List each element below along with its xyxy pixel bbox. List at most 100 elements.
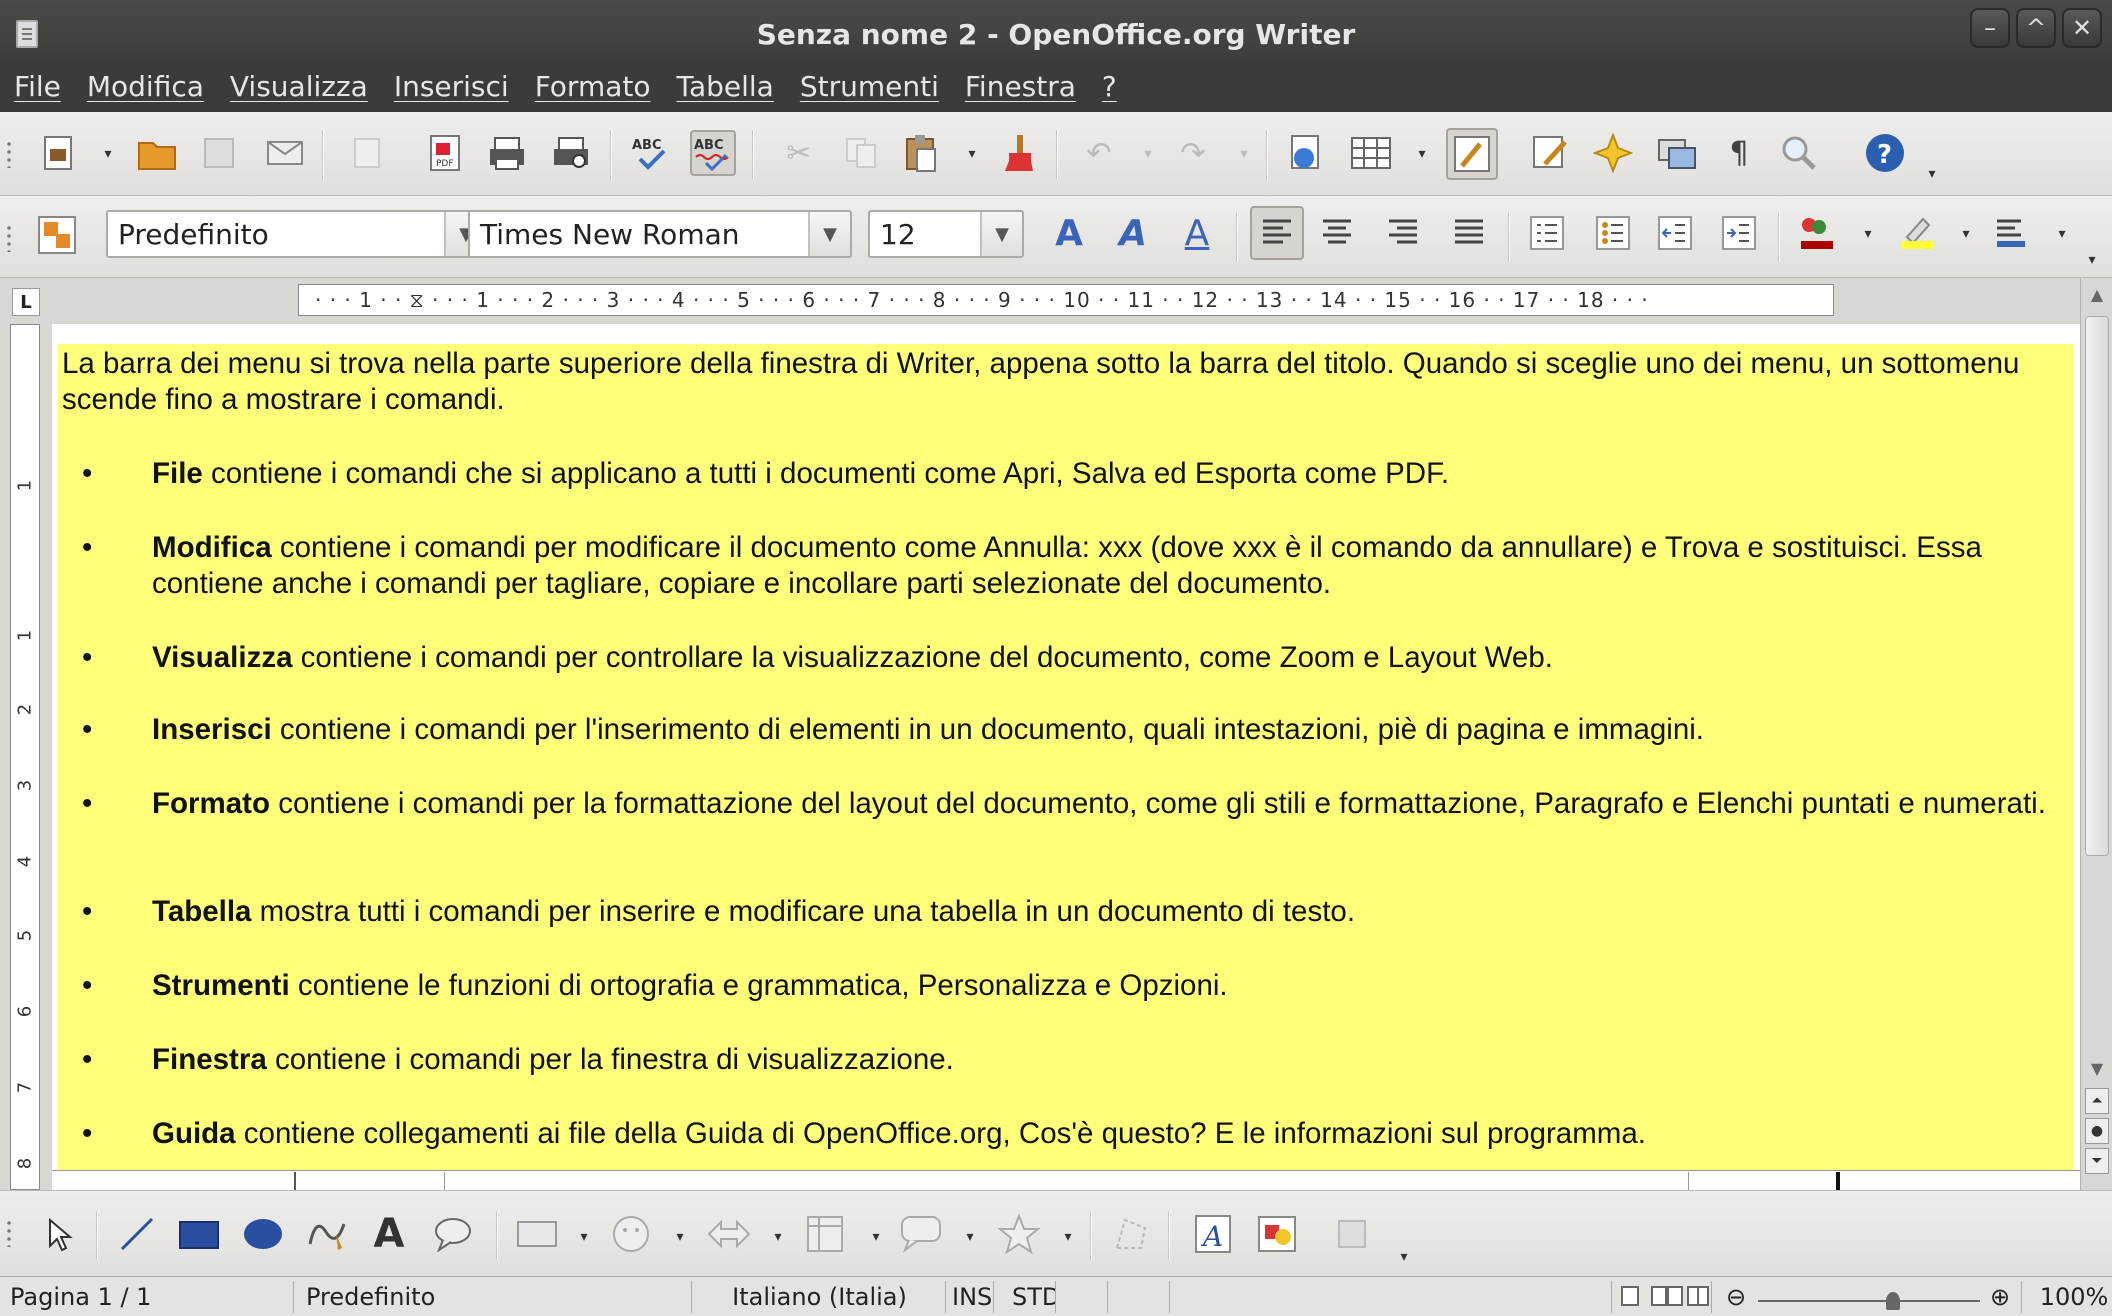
- zoom-out-icon[interactable]: ⊖: [1726, 1281, 1746, 1313]
- points-icon[interactable]: [1108, 1211, 1154, 1257]
- justify-icon[interactable]: [1446, 210, 1492, 256]
- page-style-indicator[interactable]: Predefinito: [296, 1281, 692, 1313]
- highlighting-icon[interactable]: [1894, 210, 1940, 256]
- new-dropdown-icon[interactable]: ▾: [100, 144, 116, 164]
- menu-finestra[interactable]: Finestra: [965, 70, 1076, 103]
- scroll-down-icon[interactable]: ▼: [2084, 1054, 2110, 1082]
- bullets-icon[interactable]: [1590, 210, 1636, 256]
- align-left-icon[interactable]: [1250, 206, 1304, 260]
- cut-icon[interactable]: ✂: [776, 130, 822, 176]
- menu-formato[interactable]: Formato: [535, 70, 651, 103]
- hyperlink-icon[interactable]: [1284, 130, 1330, 176]
- callout-shapes-dropdown-icon[interactable]: ▾: [962, 1227, 978, 1247]
- line-icon[interactable]: [114, 1211, 160, 1257]
- decrease-indent-icon[interactable]: [1652, 210, 1698, 256]
- block-arrows-dropdown-icon[interactable]: ▾: [770, 1227, 786, 1247]
- vertical-scrollbar[interactable]: ▲ ▼ ⏶ ● ⏷: [2080, 278, 2112, 1190]
- spellcheck-icon[interactable]: ABC: [628, 130, 674, 176]
- fontwork-icon[interactable]: A: [1190, 1211, 1236, 1257]
- tab-stop-selector[interactable]: L: [12, 288, 40, 316]
- scrollbar-thumb[interactable]: [2085, 316, 2109, 856]
- font-size-select[interactable]: 12 ▼: [868, 210, 1024, 258]
- background-color-dropdown-icon[interactable]: ▾: [2054, 224, 2070, 244]
- zoom-icon[interactable]: [1776, 130, 1822, 176]
- new-document-icon[interactable]: [36, 130, 82, 176]
- autospellcheck-icon[interactable]: ABC: [690, 130, 736, 176]
- view-layout-icons[interactable]: [1618, 1281, 1712, 1309]
- basic-shapes-dropdown-icon[interactable]: ▾: [576, 1227, 592, 1247]
- stars-icon[interactable]: [996, 1211, 1042, 1257]
- table-icon[interactable]: [1348, 130, 1394, 176]
- toolbar-overflow-icon[interactable]: ▾: [2084, 250, 2100, 270]
- menu-modifica[interactable]: Modifica: [87, 70, 204, 103]
- align-center-icon[interactable]: [1314, 210, 1360, 256]
- flowcharts-icon[interactable]: [802, 1211, 848, 1257]
- highlighting-dropdown-icon[interactable]: ▾: [1958, 224, 1974, 244]
- table-dropdown-icon[interactable]: ▾: [1414, 144, 1430, 164]
- extrusion-icon[interactable]: [1330, 1211, 1376, 1257]
- page-indicator[interactable]: Pagina 1 / 1: [0, 1281, 294, 1313]
- callout-shapes-icon[interactable]: [898, 1211, 944, 1257]
- toolbar-overflow-icon[interactable]: ▾: [1924, 164, 1940, 184]
- italic-icon[interactable]: A: [1110, 210, 1156, 256]
- menu-visualizza[interactable]: Visualizza: [230, 70, 368, 103]
- navigation-icon[interactable]: ●: [2085, 1118, 2109, 1144]
- language-indicator[interactable]: Italiano (Italia): [694, 1281, 946, 1313]
- open-folder-icon[interactable]: [134, 130, 180, 176]
- undo-dropdown-icon[interactable]: ▾: [1140, 144, 1156, 164]
- increase-indent-icon[interactable]: [1716, 210, 1762, 256]
- text-icon[interactable]: A: [366, 1211, 412, 1257]
- select-pointer-icon[interactable]: [36, 1211, 82, 1257]
- paragraph-style-select[interactable]: Predefinito ▼: [106, 210, 488, 258]
- maximize-button[interactable]: ^: [2016, 8, 2056, 48]
- scroll-up-icon[interactable]: ▲: [2084, 280, 2110, 308]
- zoom-slider-thumb[interactable]: [1886, 1292, 1900, 1310]
- symbol-shapes-dropdown-icon[interactable]: ▾: [672, 1227, 688, 1247]
- stars-dropdown-icon[interactable]: ▾: [1060, 1227, 1076, 1247]
- ellipse-icon[interactable]: [240, 1211, 286, 1257]
- email-document-icon[interactable]: [262, 130, 308, 176]
- freeform-line-icon[interactable]: [304, 1211, 350, 1257]
- copy-icon[interactable]: [838, 130, 884, 176]
- align-right-icon[interactable]: [1380, 210, 1426, 256]
- horizontal-ruler[interactable]: · · · 1 · · ⧖ · · · 1 · · · 2 · · · 3 · …: [298, 284, 1834, 316]
- print-icon[interactable]: [484, 130, 530, 176]
- chevron-down-icon[interactable]: ▼: [980, 212, 1022, 256]
- formatting-marks-icon[interactable]: ¶: [1716, 130, 1762, 176]
- redo-icon[interactable]: ↷: [1170, 130, 1216, 176]
- menu-inserisci[interactable]: Inserisci: [394, 70, 509, 103]
- zoom-slider-track[interactable]: [1758, 1300, 1980, 1302]
- menu-strumenti[interactable]: Strumenti: [800, 70, 939, 103]
- export-pdf-icon[interactable]: PDF: [422, 130, 468, 176]
- font-color-icon[interactable]: [1794, 210, 1840, 256]
- toolbar-grip[interactable]: [6, 224, 12, 252]
- selection-mode-indicator[interactable]: STD: [1006, 1281, 1056, 1313]
- help-icon[interactable]: ?: [1862, 130, 1908, 176]
- styles-formatting-icon[interactable]: [34, 212, 80, 258]
- document-text-area[interactable]: La barra dei menu si trova nella parte s…: [58, 344, 2074, 1170]
- gallery-icon[interactable]: [1654, 130, 1700, 176]
- menu-tabella[interactable]: Tabella: [677, 70, 774, 103]
- background-color-icon[interactable]: [1988, 210, 2034, 256]
- menu-help[interactable]: ?: [1102, 70, 1117, 103]
- undo-icon[interactable]: ↶: [1076, 130, 1122, 176]
- font-name-select[interactable]: Times New Roman ▼: [468, 210, 852, 258]
- paste-dropdown-icon[interactable]: ▾: [964, 144, 980, 164]
- insert-mode-indicator[interactable]: INS: [948, 1281, 994, 1313]
- menu-file[interactable]: File: [14, 70, 61, 103]
- print-preview-icon[interactable]: [548, 130, 594, 176]
- paste-icon[interactable]: [898, 130, 944, 176]
- previous-page-icon[interactable]: ⏶: [2085, 1088, 2109, 1114]
- rectangle-icon[interactable]: [176, 1211, 222, 1257]
- callouts-icon[interactable]: [430, 1211, 476, 1257]
- vertical-ruler[interactable]: 1 1 2 3 4 5 6 7 8: [10, 324, 40, 1190]
- basic-shapes-icon[interactable]: [514, 1211, 560, 1257]
- symbol-shapes-icon[interactable]: [608, 1211, 654, 1257]
- edit-file-icon[interactable]: [344, 130, 390, 176]
- next-page-icon[interactable]: ⏷: [2085, 1148, 2109, 1174]
- font-color-dropdown-icon[interactable]: ▾: [1860, 224, 1876, 244]
- toolbar-overflow-icon[interactable]: ▾: [1396, 1247, 1412, 1267]
- chevron-down-icon[interactable]: ▼: [808, 212, 850, 256]
- bold-icon[interactable]: A: [1046, 210, 1092, 256]
- zoom-percentage[interactable]: 100%: [2024, 1281, 2112, 1313]
